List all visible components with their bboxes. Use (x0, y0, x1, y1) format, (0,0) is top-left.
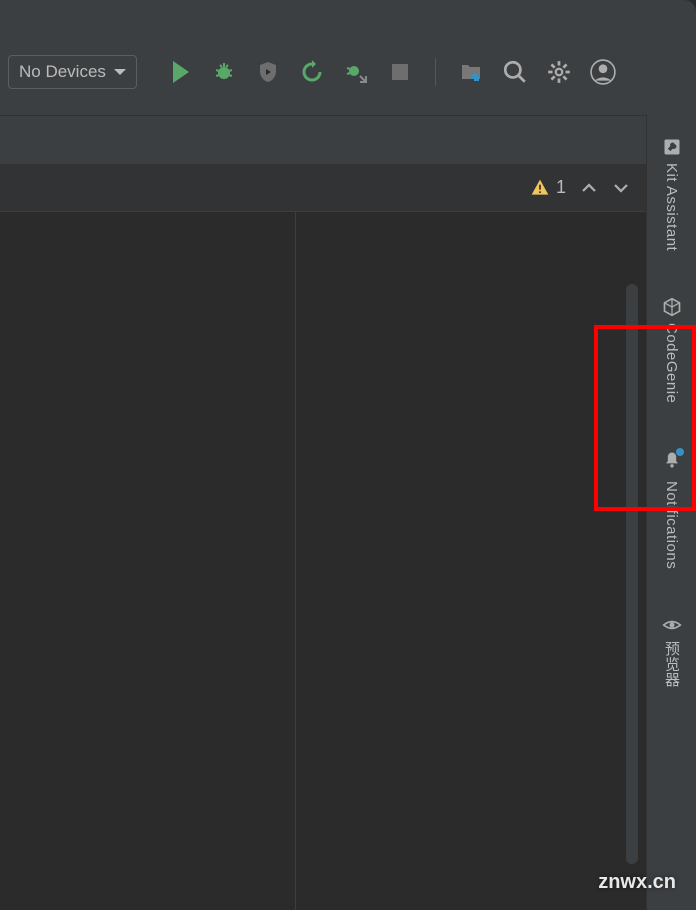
run-button[interactable] (167, 59, 193, 85)
project-button[interactable] (458, 59, 484, 85)
sidebar-item-codegenie[interactable]: CodeGenie (647, 289, 696, 411)
main-toolbar: No Devices (0, 0, 696, 115)
user-icon (590, 59, 616, 85)
hot-reload-button[interactable] (299, 59, 325, 85)
sidebar-label: Kit Assistant (663, 163, 680, 251)
sidebar-label: Notifications (663, 481, 680, 569)
coverage-button[interactable] (255, 59, 281, 85)
search-icon (502, 59, 528, 85)
sidebar-item-notifications[interactable]: Notifications (647, 442, 696, 577)
stop-button[interactable] (387, 59, 413, 85)
account-button[interactable] (590, 59, 616, 85)
bug-icon (212, 60, 236, 84)
cube-icon (662, 297, 682, 317)
refresh-icon (300, 60, 324, 84)
toolbar-actions (167, 58, 616, 86)
warning-count: 1 (556, 177, 566, 198)
chevron-down-icon (114, 69, 126, 75)
warning-indicator[interactable]: 1 (530, 177, 566, 198)
chevron-down-icon[interactable] (612, 179, 630, 197)
secondary-bar (0, 115, 696, 164)
editor-status-bar: 1 (0, 164, 646, 212)
bug-arrow-icon (344, 60, 368, 84)
sidebar-label: 预览器 (661, 641, 682, 688)
search-button[interactable] (502, 59, 528, 85)
warning-icon (530, 178, 550, 198)
watermark: znwx.cn (598, 871, 676, 894)
device-label: No Devices (19, 62, 106, 82)
attach-debugger-button[interactable] (343, 59, 369, 85)
wrench-icon (662, 137, 682, 157)
device-selector[interactable]: No Devices (8, 55, 137, 89)
play-icon (173, 61, 189, 83)
scrollbar[interactable] (626, 284, 638, 864)
editor-split-divider[interactable] (295, 212, 296, 910)
eye-icon (662, 615, 682, 635)
notification-dot (676, 448, 684, 456)
shield-play-icon (256, 60, 280, 84)
content-area: 1 (0, 164, 646, 910)
toolbar-divider (435, 58, 436, 86)
stop-icon (392, 64, 408, 80)
right-sidebar: Kit Assistant CodeGenie Notifications 预览… (646, 115, 696, 910)
debug-button[interactable] (211, 59, 237, 85)
sidebar-label: CodeGenie (663, 323, 680, 403)
chevron-up-icon[interactable] (580, 179, 598, 197)
settings-button[interactable] (546, 59, 572, 85)
gear-icon (546, 59, 572, 85)
project-icon (459, 60, 483, 84)
editor-body[interactable] (0, 212, 646, 910)
sidebar-item-previewer[interactable]: 预览器 (647, 607, 696, 696)
sidebar-item-kit-assistant[interactable]: Kit Assistant (647, 129, 696, 259)
